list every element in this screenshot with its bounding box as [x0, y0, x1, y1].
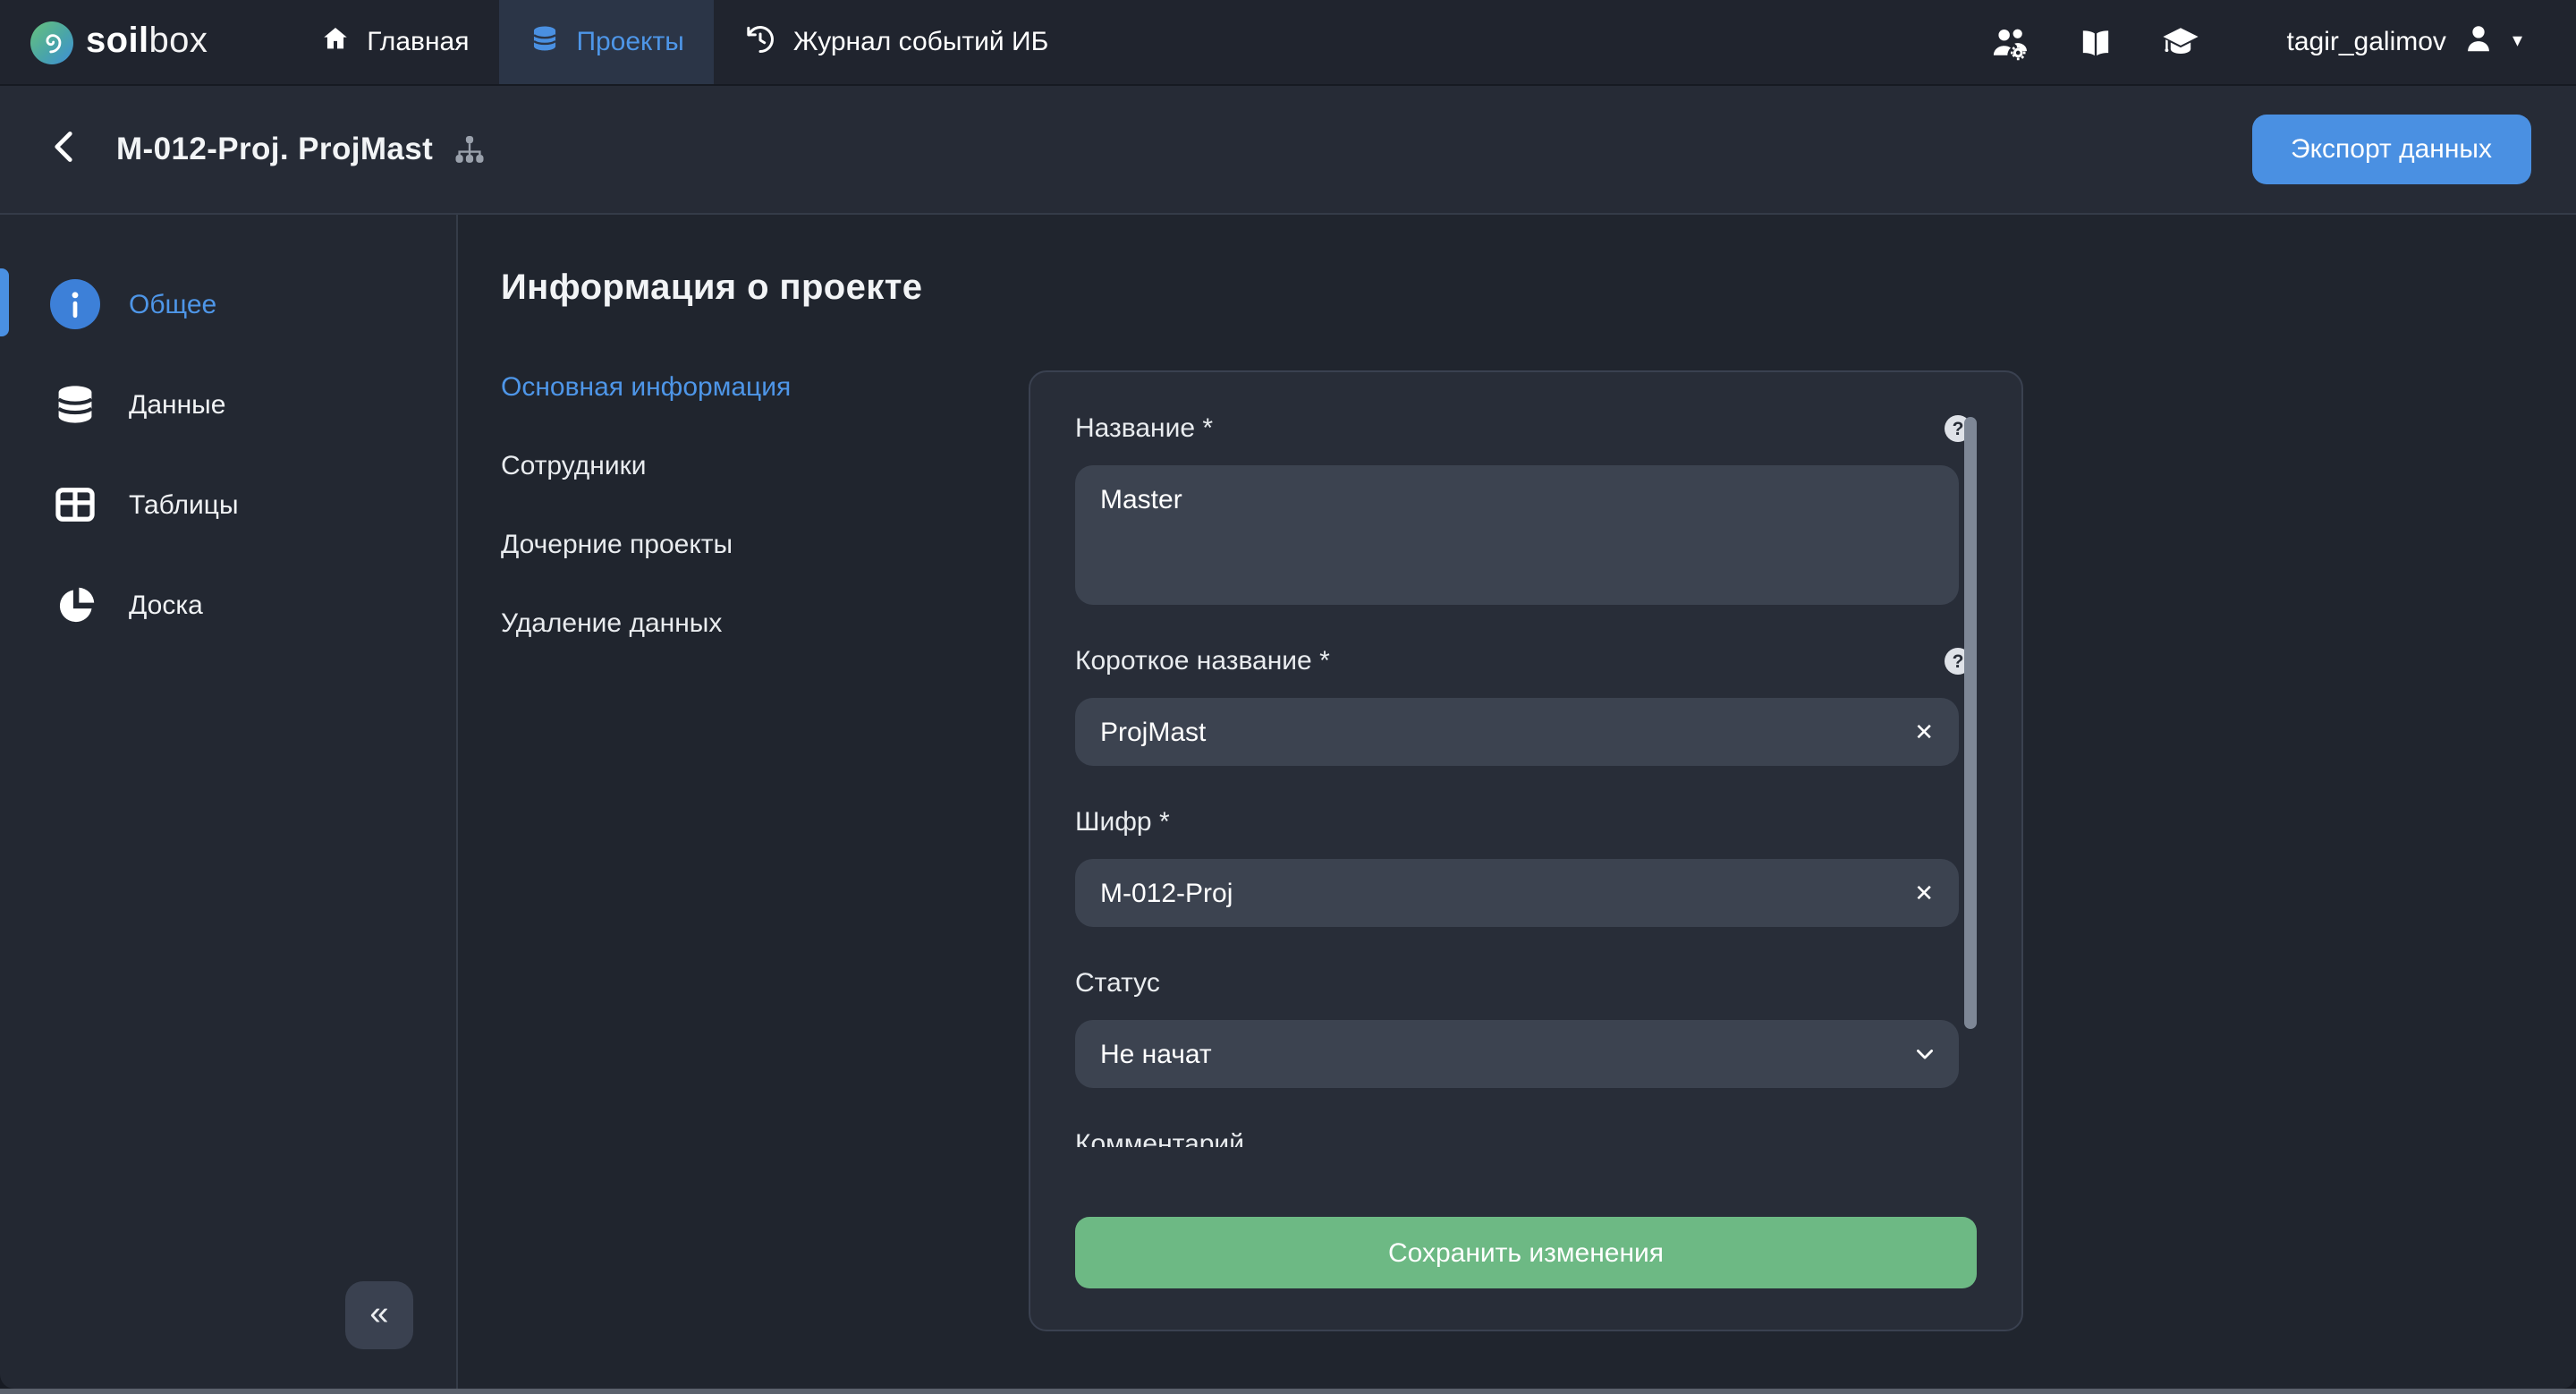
sidebar-active-indicator: [0, 268, 9, 336]
sidebar-list: Общее Данные: [0, 215, 456, 630]
code-label: Шифр *: [1075, 807, 1959, 839]
chevron-down-icon: [1912, 1041, 1937, 1067]
database-icon: [530, 23, 560, 61]
back-button[interactable]: [50, 129, 77, 170]
nav-item-event-log[interactable]: Журнал событий ИБ: [715, 0, 1079, 84]
nav-item-projects[interactable]: Проекты: [499, 0, 714, 84]
form-scroll-area: Название * ? Master Короткое название * …: [1030, 372, 2021, 1147]
soilbox-logo[interactable]: soilbox: [0, 0, 208, 84]
nav-item-home[interactable]: Главная: [290, 0, 499, 84]
chevron-left-icon: [50, 129, 77, 170]
save-button[interactable]: Сохранить изменения: [1075, 1217, 1977, 1288]
home-icon: [320, 23, 351, 61]
subtabs: Основная информация Сотрудники Дочерние …: [501, 370, 1029, 1331]
app-body: Общее Данные: [0, 215, 2576, 1389]
status-select[interactable]: Не начат: [1075, 1020, 1959, 1088]
top-bar: soilbox Главная Проекты: [0, 0, 2576, 86]
comment-label: Комментарий: [1075, 1129, 1959, 1147]
history-icon: [745, 22, 777, 62]
clear-button[interactable]: ✕: [1911, 717, 1937, 747]
name-textarea[interactable]: Master: [1075, 465, 1959, 605]
content-row: Основная информация Сотрудники Дочерние …: [501, 370, 2576, 1331]
caret-down-icon: ▾: [2512, 32, 2522, 52]
form-card: Название * ? Master Короткое название * …: [1029, 370, 2023, 1331]
database-icon: [50, 381, 100, 428]
collapse-icon: «: [369, 1296, 388, 1330]
brand-text: soilbox: [86, 21, 208, 63]
export-data-button[interactable]: Экспорт данных: [2251, 115, 2531, 184]
user-management-icon[interactable]: [1990, 22, 2033, 62]
collapse-sidebar-button[interactable]: «: [345, 1281, 413, 1349]
status-value: Не начат: [1100, 1039, 1212, 1069]
sidebar-item-data[interactable]: Данные: [0, 379, 456, 429]
spiral-icon: [30, 21, 73, 64]
tab-data-deletion[interactable]: Удаление данных: [501, 608, 1029, 639]
tab-employees[interactable]: Сотрудники: [501, 451, 1029, 481]
training-icon[interactable]: [2160, 23, 2203, 61]
sidebar-item-general[interactable]: Общее: [0, 279, 456, 329]
documentation-icon[interactable]: [2078, 24, 2115, 60]
topbar-right: tagir_galimov ▾: [1990, 0, 2576, 84]
sitemap-icon[interactable]: [453, 132, 487, 166]
code-input[interactable]: [1075, 859, 1959, 927]
code-field: ✕: [1075, 859, 1959, 927]
status-label: Статус: [1075, 968, 1959, 1000]
user-menu[interactable]: tagir_galimov ▾: [2287, 21, 2523, 64]
short-name-label: Короткое название * ?: [1075, 646, 1959, 678]
pie-chart-icon: [50, 582, 100, 627]
table-icon: [50, 481, 100, 528]
app-window: soilbox Главная Проекты: [0, 0, 2576, 1394]
name-label: Название * ?: [1075, 413, 1959, 446]
top-nav: Главная Проекты: [290, 0, 1079, 84]
window-bottom-edge: [0, 1389, 2576, 1394]
short-name-field: ✕: [1075, 698, 1959, 766]
tab-child-projects[interactable]: Дочерние проекты: [501, 530, 1029, 560]
page-title: M-012-Proj. ProjMast: [116, 131, 433, 168]
short-name-input[interactable]: [1075, 698, 1959, 766]
form-footer: Сохранить изменения: [1030, 1147, 2021, 1288]
username: tagir_galimov: [2287, 27, 2446, 57]
section-title: Информация о проекте: [501, 268, 2576, 308]
tab-basic-info[interactable]: Основная информация: [501, 372, 1029, 403]
scrollbar-thumb[interactable]: [1964, 417, 1977, 1029]
sidebar-item-tables[interactable]: Таблицы: [0, 480, 456, 530]
sidebar-item-board[interactable]: Доска: [0, 580, 456, 630]
project-header: M-012-Proj. ProjMast Экспорт данных: [0, 86, 2576, 215]
main-content: Информация о проекте Основная информация…: [458, 215, 2576, 1389]
info-circle-icon: [50, 279, 100, 329]
clear-button[interactable]: ✕: [1911, 878, 1937, 908]
user-icon: [2462, 21, 2496, 64]
sidebar: Общее Данные: [0, 215, 458, 1389]
